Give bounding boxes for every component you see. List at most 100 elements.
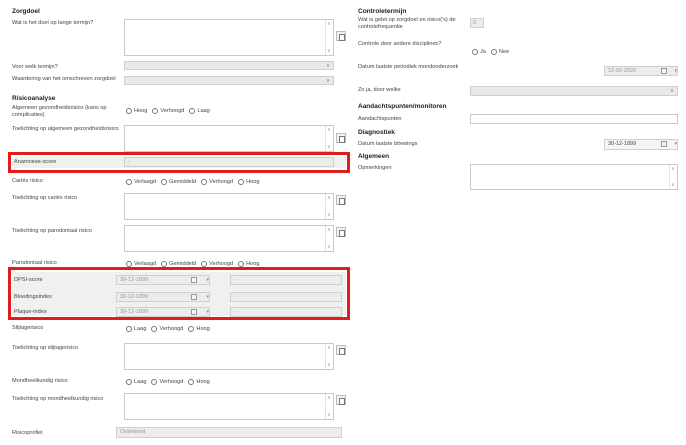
radio-circle-icon	[189, 108, 196, 114]
evaluation-label: Waardering van het omschreven zorgdoel	[12, 76, 116, 82]
textarea-scrollbar[interactable]	[325, 226, 333, 251]
calendar-icon[interactable]	[661, 68, 667, 74]
general-risk-radios: Hoog Verhoogd Laag	[126, 108, 215, 114]
chevron-down-icon: ∨	[325, 63, 330, 69]
mondheelkundig-explanation-textarea[interactable]	[124, 393, 334, 420]
if-yes-label: Zo ja, door welke	[358, 87, 401, 93]
long-term-goal-label: Wat is het doel op lange termijn?	[12, 20, 94, 26]
calendar-icon[interactable]	[191, 277, 197, 283]
radio-circle-icon	[238, 179, 245, 185]
radio-circle-icon	[126, 379, 132, 385]
textarea-scrollbar[interactable]	[325, 194, 333, 219]
chevron-down-icon: ▾	[206, 309, 209, 315]
slijtage-explanation-label: Toelichting op slijtagerisico	[12, 345, 79, 351]
term-label: Voor welk termijn?	[12, 64, 58, 70]
caries-radios: Verlaagd Gemiddeld Verhoogd Hoog	[126, 179, 264, 185]
anamnese-value: -	[124, 157, 334, 167]
perio-explanation-label: Toelichting op parodontaal risico	[12, 228, 92, 234]
mondheelkundig-label: Mondheelkundig risico	[12, 378, 68, 384]
caries-explanation-textarea[interactable]	[124, 193, 334, 220]
radio-circle-icon	[151, 326, 158, 332]
radio-circle-icon	[188, 379, 195, 385]
radio-verlaagd[interactable]: Verlaagd	[126, 179, 156, 185]
evaluation-select[interactable]: ∨	[124, 76, 334, 85]
frequency-value[interactable]: 0	[470, 18, 484, 28]
bloeding-date[interactable]: 30-12-1899 ▾	[116, 292, 210, 302]
term-select[interactable]: ∨	[124, 61, 334, 70]
textarea-scrollbar[interactable]	[669, 165, 677, 189]
chevron-down-icon: ∨	[325, 78, 330, 84]
remarks-label: Opmerkingen	[358, 165, 392, 171]
if-yes-select[interactable]: ∨	[470, 86, 678, 96]
long-term-goal-textarea[interactable]	[124, 19, 334, 56]
slijtage-label: Slijtagerisico	[12, 325, 44, 331]
plaque-date[interactable]: 30-12-1899 ▾	[116, 307, 210, 317]
risicoanalyse-heading: Risicoanalyse	[12, 95, 56, 102]
radio-circle-icon	[151, 379, 158, 385]
radio-laag[interactable]: Laag	[126, 326, 146, 332]
chevron-down-icon: ▾	[674, 68, 677, 74]
chevron-down-icon: ▾	[206, 294, 209, 300]
edit-icon[interactable]	[336, 133, 346, 143]
plaque-label: Plaque-index	[14, 309, 47, 315]
remarks-textarea[interactable]	[470, 164, 678, 190]
radio-hoog[interactable]: Hoog	[188, 379, 210, 385]
edit-icon[interactable]	[336, 345, 346, 355]
caries-label: Cariës risico	[12, 178, 43, 184]
textarea-scrollbar[interactable]	[325, 344, 333, 369]
radio-verhoogd[interactable]: Verhoogd	[151, 326, 183, 332]
radio-circle-icon	[161, 179, 168, 185]
perio-explanation-textarea[interactable]	[124, 225, 334, 252]
edit-icon[interactable]	[336, 195, 346, 205]
dpsi-value: -	[230, 275, 342, 285]
edit-icon[interactable]	[336, 31, 346, 41]
calendar-icon[interactable]	[191, 294, 197, 300]
mondheelkundig-explanation-label: Toelichting op mondheelkundig risico	[12, 396, 104, 402]
aandacht-input[interactable]	[470, 114, 678, 124]
last-bitewing-date[interactable]: 30-12-1899 ▾	[604, 139, 678, 150]
calendar-icon[interactable]	[191, 309, 197, 315]
general-risk-label: Algemeen gezondheidsrisico (kans op comp…	[12, 105, 107, 118]
general-explanation-label: Toelichting op algemeen gezondheidsrisic…	[12, 126, 119, 132]
general-explanation-textarea[interactable]	[124, 125, 334, 152]
dpsi-date[interactable]: 30-12-1899 ▾	[116, 275, 210, 285]
risicoprofiel-value: Onbekend	[116, 427, 342, 438]
radio-hoog[interactable]: Hoog	[238, 179, 259, 185]
edit-icon[interactable]	[336, 395, 346, 405]
last-bitewing-label: Datum laatste bitewings	[358, 141, 418, 147]
anamnese-label: Anamnese-score	[14, 159, 57, 165]
aandacht-heading: Aandachtspunten/monitoren	[358, 103, 447, 110]
radio-verhoogd[interactable]: Verhoogd	[201, 179, 233, 185]
radio-hoog[interactable]: Hoog	[126, 108, 147, 114]
radio-hoog[interactable]: Hoog	[188, 326, 210, 332]
perio-label: Parodontaal risico	[12, 260, 57, 266]
bloeding-label: Bloedingsindex	[14, 294, 52, 300]
textarea-scrollbar[interactable]	[325, 20, 333, 55]
last-exam-label: Datum laatste periodiek mondonderzoek	[358, 64, 459, 70]
bloeding-value: -	[230, 292, 342, 302]
textarea-scrollbar[interactable]	[325, 394, 333, 419]
radio-circle-icon	[201, 179, 208, 185]
calendar-icon[interactable]	[661, 141, 667, 147]
radio-laag[interactable]: Laag	[126, 379, 146, 385]
slijtage-explanation-textarea[interactable]	[124, 343, 334, 370]
caries-explanation-label: Toelichting op cariës risico	[12, 195, 78, 201]
radio-laag[interactable]: Laag	[189, 108, 210, 114]
radio-circle-icon	[126, 326, 132, 332]
radio-nee[interactable]: Nee	[490, 49, 509, 55]
other-disciplines-radios: Ja Nee	[472, 49, 514, 55]
algemeen-heading: Algemeen	[358, 153, 390, 160]
radio-verhoogd[interactable]: Verhoogd	[151, 379, 183, 385]
risicoprofiel-label: Risicoprofiel	[12, 430, 43, 436]
radio-circle-icon	[126, 179, 132, 185]
radio-circle-icon	[126, 108, 132, 114]
mondheelkundig-radios: Laag Verhoogd Hoog	[126, 379, 215, 385]
textarea-scrollbar[interactable]	[325, 126, 333, 151]
last-exam-date[interactable]: 12-02-2020 ▾	[604, 66, 678, 76]
radio-ja[interactable]: Ja	[472, 49, 486, 55]
aandacht-label: Aandachtspunten	[358, 116, 402, 122]
radio-verhoogd[interactable]: Verhoogd	[152, 108, 184, 114]
radio-gemiddeld[interactable]: Gemiddeld	[161, 179, 196, 185]
radio-circle-icon	[490, 49, 497, 55]
edit-icon[interactable]	[336, 227, 346, 237]
